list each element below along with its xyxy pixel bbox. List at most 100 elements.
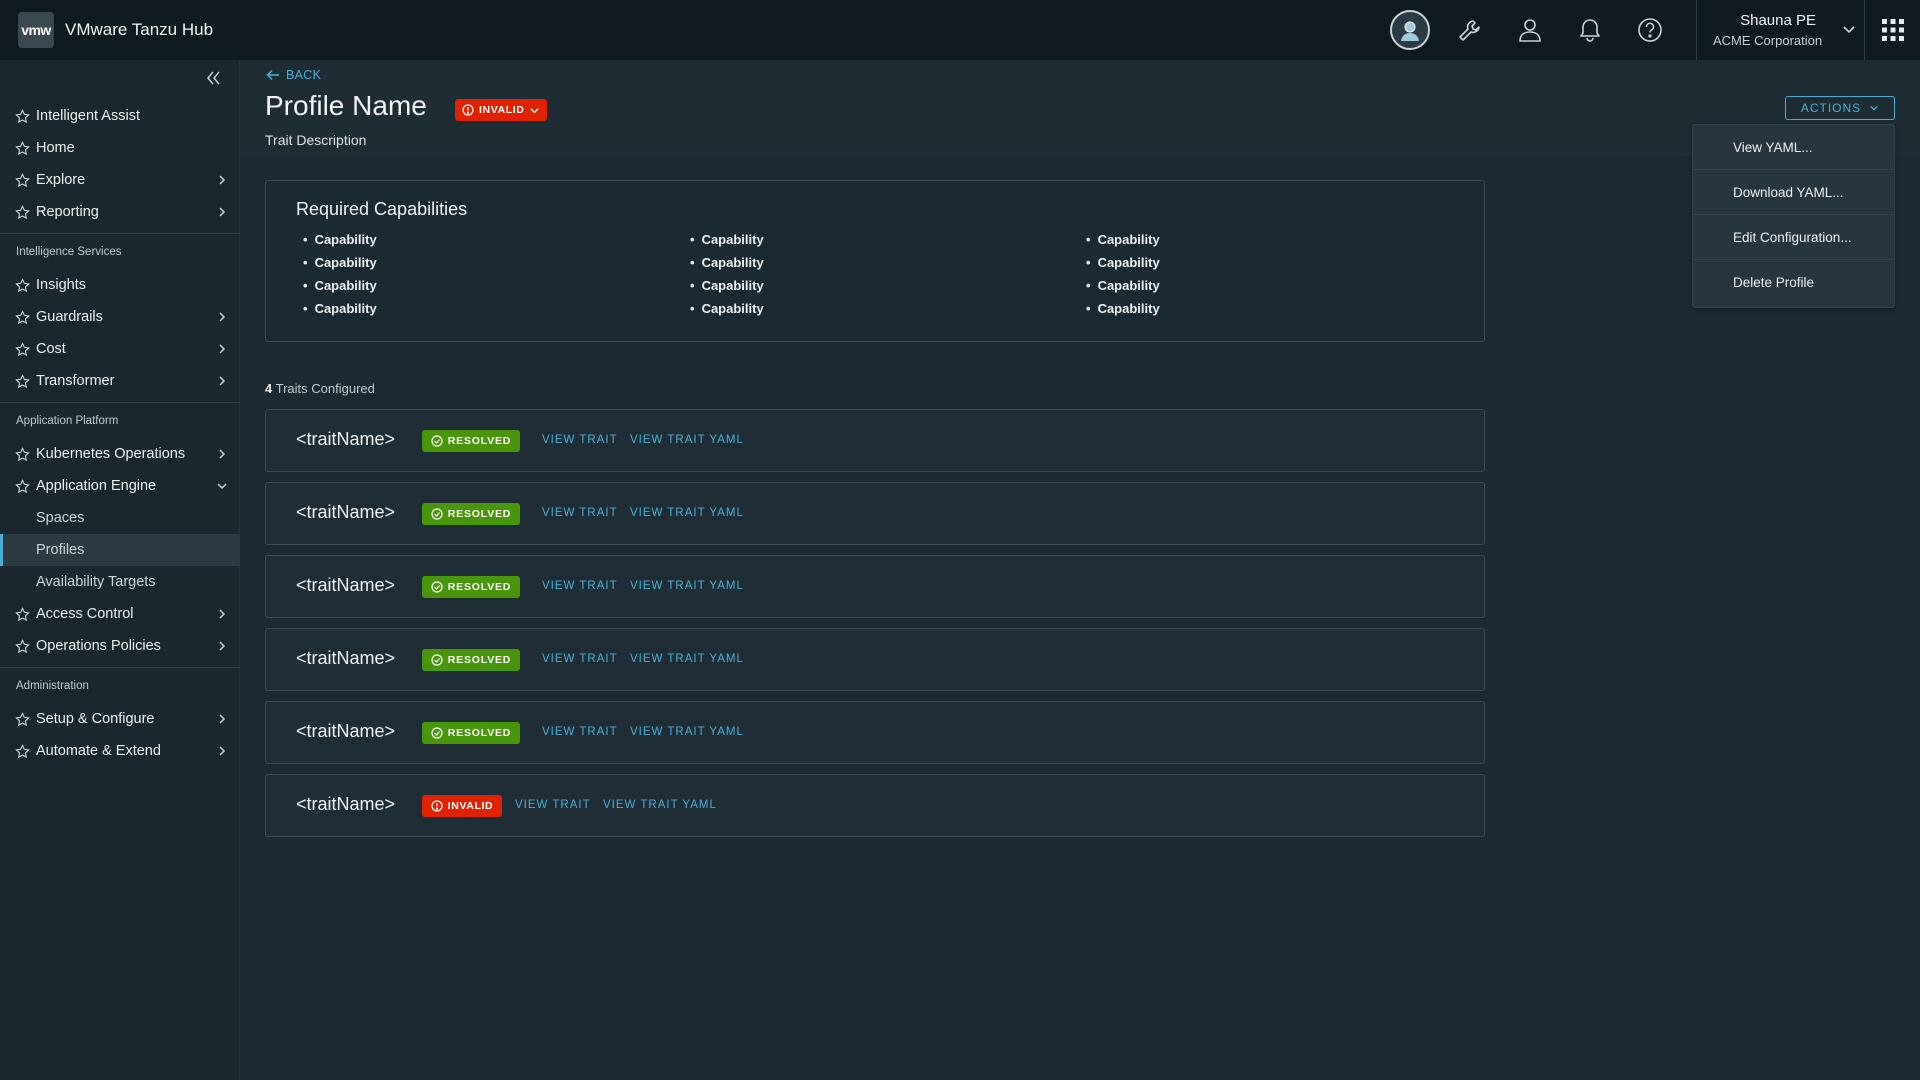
- view-trait-link[interactable]: VIEW TRAIT: [542, 434, 618, 446]
- view-trait-link[interactable]: VIEW TRAIT: [542, 653, 618, 665]
- user-menu[interactable]: Shauna PE ACME Corporation: [1696, 0, 1846, 60]
- sidebar-item-intelligent-assist[interactable]: Intelligent Assist: [0, 100, 240, 132]
- trait-name: <traitName>: [296, 794, 396, 814]
- star-icon[interactable]: [15, 744, 30, 759]
- sidebar-item-kubernetes-operations[interactable]: Kubernetes Operations: [0, 438, 240, 470]
- sidebar-item-automate-extend[interactable]: Automate & Extend: [0, 735, 240, 767]
- status-label: RESOLVED: [447, 581, 512, 593]
- star-icon[interactable]: [15, 712, 30, 727]
- trait-row: <traitName> RESOLVED VIEW TRAIT VIEW TRA…: [265, 701, 1485, 764]
- check-circle-icon: [431, 581, 443, 593]
- actions-button[interactable]: ACTIONS: [1785, 96, 1895, 120]
- capability-item: Capability: [690, 297, 764, 320]
- wrench-icon[interactable]: [1440, 0, 1500, 60]
- sidebar-item-operations-policies[interactable]: Operations Policies: [0, 630, 240, 662]
- capability-item: Capability: [303, 228, 377, 251]
- user-icon[interactable]: [1500, 0, 1560, 60]
- view-trait-yaml-link[interactable]: VIEW TRAIT YAML: [630, 507, 744, 519]
- resolved-badge: RESOLVED: [422, 722, 520, 744]
- trait-name: <traitName>: [296, 429, 396, 449]
- view-trait-yaml-link[interactable]: VIEW TRAIT YAML: [603, 799, 717, 811]
- sidebar-item-reporting[interactable]: Reporting: [0, 196, 240, 228]
- menu-item-delete-profile[interactable]: Delete Profile: [1693, 260, 1894, 305]
- sidebar-item-label: Intelligent Assist: [36, 108, 140, 124]
- star-icon[interactable]: [15, 639, 30, 654]
- chevron-right-icon: [219, 312, 226, 322]
- star-icon[interactable]: [15, 374, 30, 389]
- star-icon[interactable]: [15, 310, 30, 325]
- back-link[interactable]: BACK: [266, 68, 321, 82]
- chevron-right-icon: [219, 449, 226, 459]
- view-trait-yaml-link[interactable]: VIEW TRAIT YAML: [630, 580, 744, 592]
- sidebar-item-insights[interactable]: Insights: [0, 269, 240, 301]
- star-icon[interactable]: [15, 479, 30, 494]
- status-label: INVALID: [447, 800, 494, 812]
- resolved-badge: RESOLVED: [422, 430, 520, 452]
- view-trait-yaml-link[interactable]: VIEW TRAIT YAML: [630, 434, 744, 446]
- trait-name: <traitName>: [296, 648, 396, 668]
- sidebar-item-access-control[interactable]: Access Control: [0, 598, 240, 630]
- chevron-down-icon[interactable]: [1842, 22, 1856, 36]
- bell-icon[interactable]: [1560, 0, 1620, 60]
- sidebar-item-label: Availability Targets: [36, 574, 156, 590]
- capability-item: Capability: [303, 251, 377, 274]
- menu-item-view-yaml[interactable]: View YAML...: [1693, 125, 1894, 170]
- actions-label: ACTIONS: [1800, 101, 1862, 115]
- header-actions: Shauna PE ACME Corporation: [1380, 0, 1920, 60]
- star-icon[interactable]: [15, 173, 30, 188]
- sidebar-item-label: Explore: [36, 172, 86, 188]
- view-trait-link[interactable]: VIEW TRAIT: [542, 726, 618, 738]
- capabilities-column: Capability Capability Capability Capabil…: [1086, 228, 1160, 320]
- star-icon[interactable]: [15, 607, 30, 622]
- vmware-logo[interactable]: vmw: [18, 12, 54, 48]
- capabilities-column: Capability Capability Capability Capabil…: [303, 228, 377, 320]
- invalid-badge: INVALID: [422, 795, 502, 817]
- sidebar-item-setup-configure[interactable]: Setup & Configure: [0, 703, 240, 735]
- sidebar-divider: [0, 667, 240, 668]
- sidebar-item-label: Cost: [36, 341, 66, 357]
- chevron-right-icon: [219, 344, 226, 354]
- sidebar: Intelligent Assist Home Explore Reportin…: [0, 60, 240, 1080]
- apps-grid-icon[interactable]: [1864, 0, 1920, 60]
- menu-item-edit-configuration[interactable]: Edit Configuration...: [1693, 215, 1894, 260]
- back-label: BACK: [286, 68, 322, 82]
- sidebar-item-application-engine[interactable]: Application Engine: [0, 470, 240, 502]
- help-icon[interactable]: [1620, 0, 1680, 60]
- chevron-right-icon: [219, 175, 226, 185]
- trait-row: <traitName> RESOLVED VIEW TRAIT VIEW TRA…: [265, 555, 1485, 618]
- star-icon[interactable]: [15, 278, 30, 293]
- app-title[interactable]: VMware Tanzu Hub: [65, 20, 213, 40]
- capability-item: Capability: [1086, 251, 1160, 274]
- star-icon[interactable]: [15, 141, 30, 156]
- collapse-sidebar-icon[interactable]: [203, 68, 223, 88]
- view-trait-link[interactable]: VIEW TRAIT: [515, 799, 591, 811]
- star-icon[interactable]: [15, 109, 30, 124]
- star-icon[interactable]: [15, 205, 30, 220]
- required-capabilities-card: Required Capabilities Capability Capabil…: [265, 180, 1485, 342]
- menu-item-download-yaml[interactable]: Download YAML...: [1693, 170, 1894, 215]
- section-title-intelligence: Intelligence Services: [16, 246, 122, 258]
- trait-name: <traitName>: [296, 721, 396, 741]
- status-badge[interactable]: INVALID: [455, 99, 548, 121]
- sidebar-item-spaces[interactable]: Spaces: [0, 502, 240, 534]
- view-trait-yaml-link[interactable]: VIEW TRAIT YAML: [630, 653, 744, 665]
- capabilities-column: Capability Capability Capability Capabil…: [690, 228, 764, 320]
- sidebar-item-availability-targets[interactable]: Availability Targets: [0, 566, 240, 598]
- sidebar-item-profiles[interactable]: Profiles: [0, 534, 240, 566]
- sidebar-divider: [0, 233, 240, 234]
- star-icon[interactable]: [15, 342, 30, 357]
- avatar-button[interactable]: [1380, 0, 1440, 60]
- view-trait-link[interactable]: VIEW TRAIT: [542, 507, 618, 519]
- sidebar-item-guardrails[interactable]: Guardrails: [0, 301, 240, 333]
- sidebar-item-home[interactable]: Home: [0, 132, 240, 164]
- sidebar-item-label: Operations Policies: [36, 638, 161, 654]
- traits-count-label: Traits Configured: [275, 381, 375, 396]
- sidebar-item-transformer[interactable]: Transformer: [0, 365, 240, 397]
- star-icon[interactable]: [15, 447, 30, 462]
- sidebar-item-label: Profiles: [36, 542, 85, 558]
- view-trait-link[interactable]: VIEW TRAIT: [542, 580, 618, 592]
- view-trait-yaml-link[interactable]: VIEW TRAIT YAML: [630, 726, 744, 738]
- sidebar-item-explore[interactable]: Explore: [0, 164, 240, 196]
- sidebar-item-cost[interactable]: Cost: [0, 333, 240, 365]
- sidebar-item-label: Guardrails: [36, 309, 103, 325]
